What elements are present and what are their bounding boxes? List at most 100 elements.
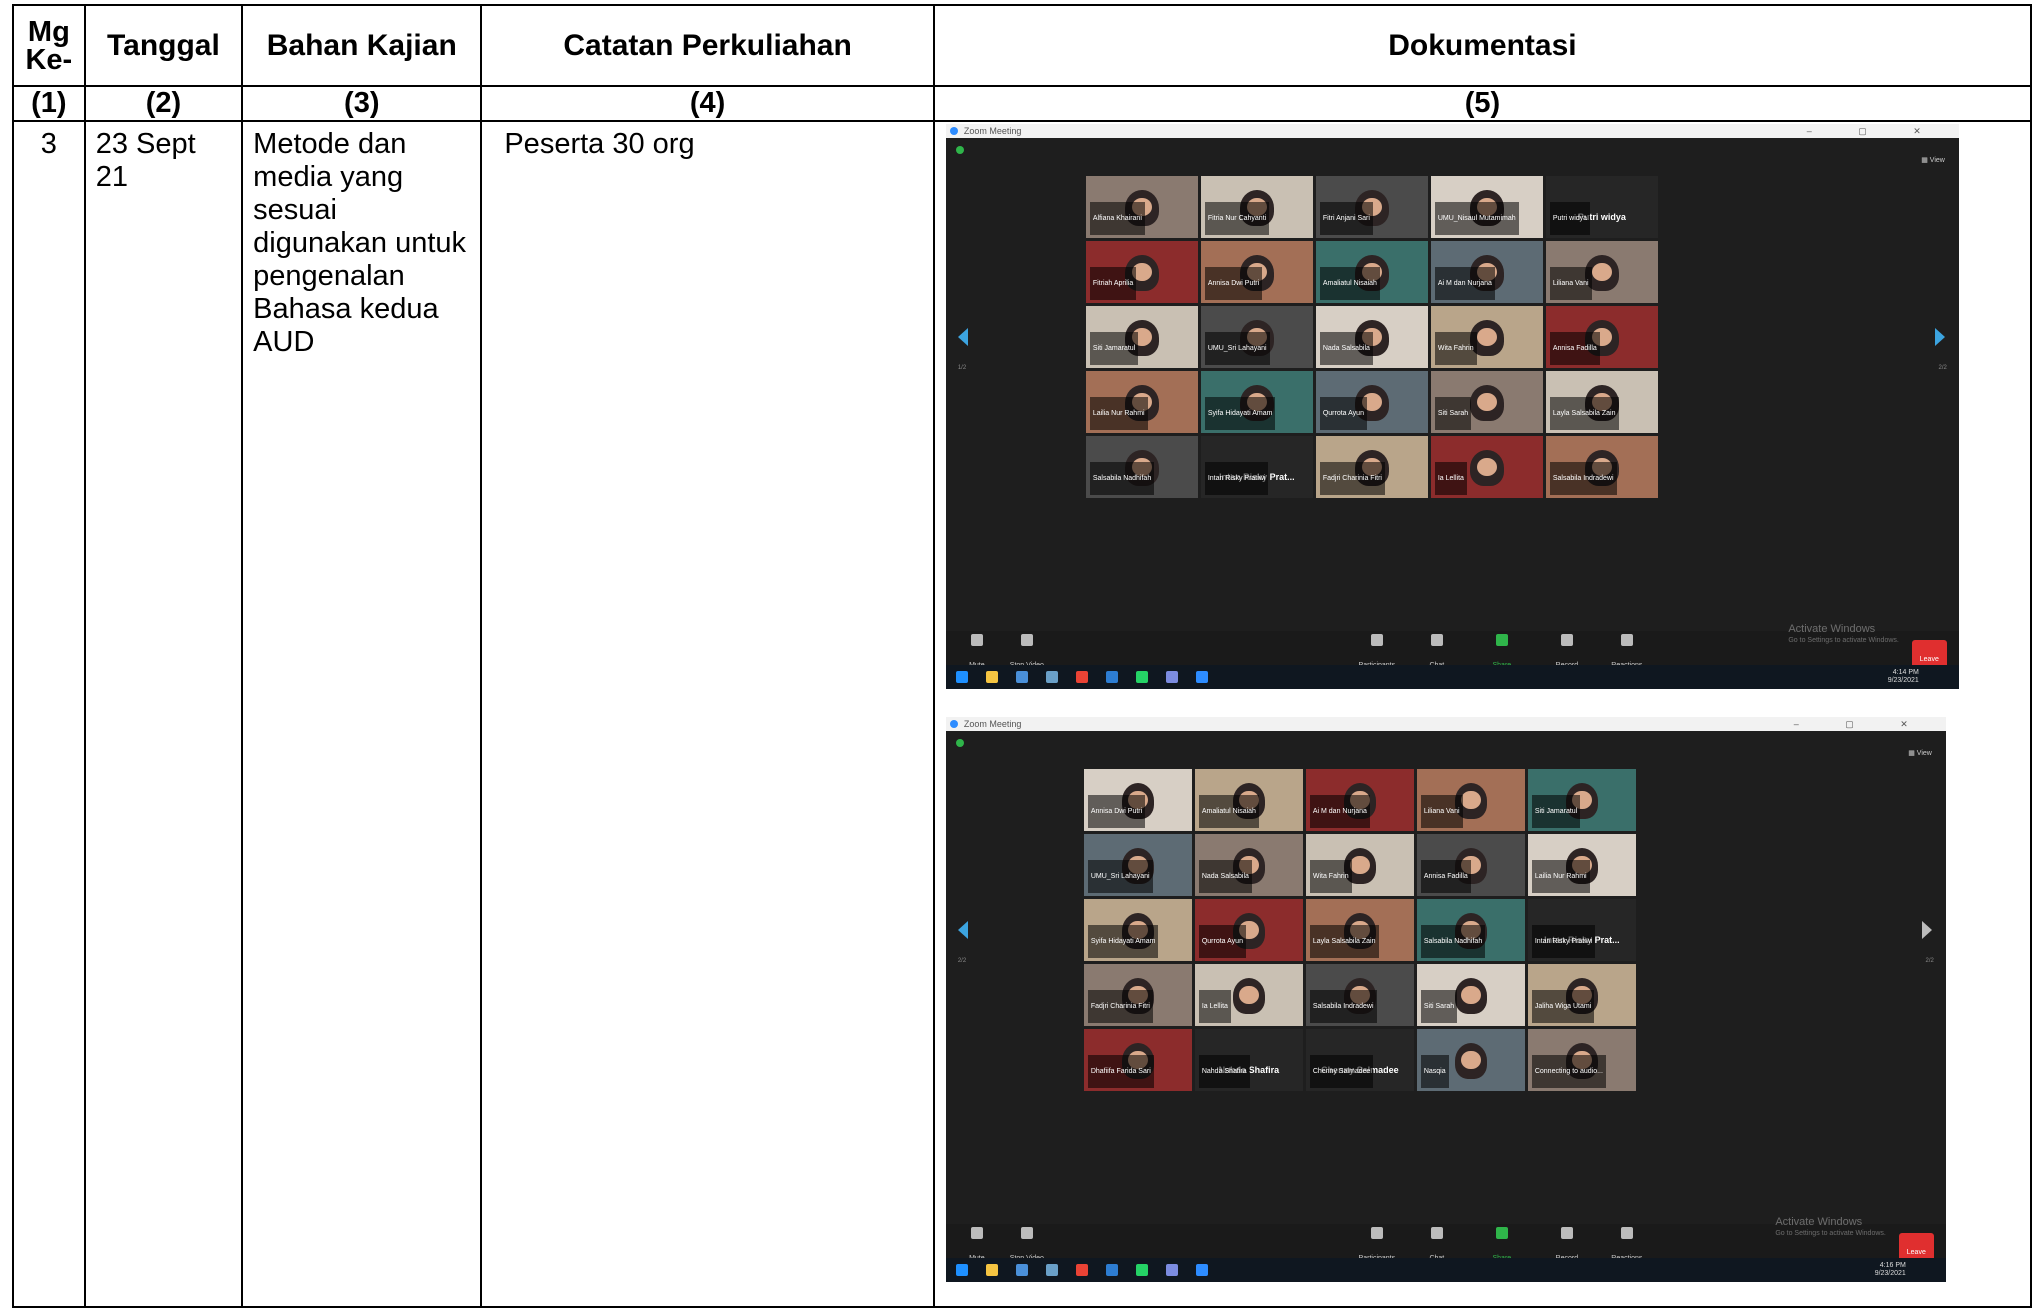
participant-tile[interactable]: Ia Lellita <box>1194 964 1303 1026</box>
participant-tile[interactable]: Putri widya Putri widya <box>1545 176 1658 238</box>
start-icon[interactable] <box>955 1264 968 1276</box>
page-indicator-right: 2/2 <box>1925 958 1934 964</box>
participant-tile[interactable]: Connecting to audio... <box>1527 1029 1636 1091</box>
participant-tile[interactable]: UMU_Sri Lahayani <box>1083 834 1192 896</box>
participant-tile[interactable]: Nasqia <box>1416 1029 1525 1091</box>
participant-tile[interactable]: Alfiana Khairani <box>1085 176 1198 238</box>
next-page-arrow-icon[interactable] <box>1921 921 1932 939</box>
start-icon[interactable] <box>955 671 968 683</box>
zoom-taskbar-icon[interactable] <box>1195 1264 1208 1276</box>
next-page-arrow-icon[interactable] <box>1934 328 1945 346</box>
file-explorer-icon[interactable] <box>1015 671 1028 683</box>
participant-tile[interactable]: Annisa Fadilla <box>1545 306 1658 368</box>
participant-tile[interactable]: Fadjri Charinia Fitri <box>1315 436 1428 498</box>
participant-name-label: Syifa Hidayati Amam <box>1204 397 1276 430</box>
participant-tile[interactable]: Nahda ShafiraNahda Shafira <box>1194 1029 1303 1091</box>
edge-icon[interactable] <box>1105 1264 1118 1276</box>
participant-tile[interactable]: Siti Jamaratul <box>1085 306 1198 368</box>
edge-icon[interactable] <box>1105 671 1118 683</box>
zoom-taskbar-icon[interactable] <box>1195 671 1208 683</box>
participant-tile[interactable]: Salsabila Indradewi <box>1545 436 1658 498</box>
participant-name-label: Wita Fahrin <box>1309 860 1352 893</box>
view-button[interactable]: ▦ View <box>1921 144 1945 177</box>
lecture-record-table: Mg Ke- Tanggal Bahan Kajian Catatan Perk… <box>12 4 2032 1308</box>
participant-tile[interactable]: Qurrota Ayun <box>1194 899 1303 961</box>
view-button[interactable]: ▦ View <box>1908 737 1932 770</box>
participant-tile[interactable]: Intan Risky Prat...Intan Risky Pratiwi <box>1200 436 1313 498</box>
chrome-icon[interactable] <box>1075 671 1088 683</box>
participant-tile[interactable]: Salsabila Indradewi <box>1305 964 1414 1026</box>
participant-tile[interactable]: Wita Fahrin <box>1305 834 1414 896</box>
participant-tile[interactable]: Lailia Nur Rahmi <box>1085 371 1198 433</box>
participant-tile[interactable]: Layla Salsabila Zain <box>1305 899 1414 961</box>
participant-tile[interactable]: Syifa Hidayati Amam <box>1083 899 1192 961</box>
column-number: (4) <box>480 85 935 122</box>
participant-name-label: Amaliatul Nisaiah <box>1198 795 1259 828</box>
participant-tile[interactable]: Liliana Vani <box>1416 769 1525 831</box>
page-indicator-left: 1/2 <box>957 365 967 371</box>
whatsapp-icon[interactable] <box>1135 1264 1148 1276</box>
topic-cell: Metode dan media yang sesuai digunakan u… <box>241 120 483 1308</box>
participant-name-label: Liliana Vani <box>1549 267 1592 300</box>
participant-tile[interactable]: Syifa Hidayati Amam <box>1200 371 1313 433</box>
window-controls[interactable]: – ▢ ✕ <box>1807 124 1943 138</box>
participant-name-label: Fadjri Charinia Fitri <box>1087 990 1153 1023</box>
participant-tile[interactable]: Amaliatul Nisaiah <box>1315 241 1428 303</box>
participant-tile[interactable]: Siti Sarah <box>1430 371 1543 433</box>
participant-tile[interactable]: Fitria Nur Cahyanti <box>1200 176 1313 238</box>
participant-tile[interactable]: UMU_Nisaul Mutamimah <box>1430 176 1543 238</box>
participant-name-label: Nada Salsabila <box>1319 332 1373 365</box>
whatsapp-icon[interactable] <box>1135 671 1148 683</box>
participant-tile[interactable]: Qurrota Ayun <box>1315 371 1428 433</box>
participant-tile[interactable]: Fitri Anjani Sari <box>1315 176 1428 238</box>
participant-tile[interactable]: Chenny SalmadeeChenny Salmadee <box>1305 1029 1414 1091</box>
participant-name-label: Layla Salsabila Zain <box>1309 925 1379 958</box>
participant-name-label: Putri widya <box>1549 202 1591 235</box>
participant-tile[interactable]: Salsabila Nadhifah <box>1085 436 1198 498</box>
reactions-icon <box>1620 634 1633 646</box>
paint-icon[interactable] <box>1045 1264 1058 1276</box>
participant-tile[interactable]: Nada Salsabila <box>1315 306 1428 368</box>
participant-tile[interactable]: Annisa Dwi Putri <box>1083 769 1192 831</box>
participant-tile[interactable]: UMU_Sri Lahayani <box>1200 306 1313 368</box>
participant-tile[interactable]: Dhafiifa Farida Sari <box>1083 1029 1192 1091</box>
participant-tile[interactable]: Siti Jamaratul <box>1527 769 1636 831</box>
zoom-logo-icon <box>949 720 958 728</box>
participant-tile[interactable]: Liliana Vani <box>1545 241 1658 303</box>
participant-name-label: Alfiana Khairani <box>1089 202 1145 235</box>
window-controls[interactable]: – ▢ ✕ <box>1794 717 1930 731</box>
share-screen-icon <box>1495 634 1508 646</box>
participant-tile[interactable]: Salsabila Nadhifah <box>1416 899 1525 961</box>
participant-tile[interactable]: Lailia Nur Rahmi <box>1527 834 1636 896</box>
video-stage: ▦ View Annisa Dwi Putri Amaliatul Nisaiah A… <box>945 731 1946 1224</box>
participant-tile[interactable]: Ai M dan Nurjana <box>1305 769 1414 831</box>
file-explorer-icon[interactable] <box>1015 1264 1028 1276</box>
participant-tile[interactable]: Layla Salsabila Zain <box>1545 371 1658 433</box>
participant-tile[interactable]: Siti Sarah <box>1416 964 1525 1026</box>
participant-tile[interactable]: Jaliha Wiga Utami <box>1527 964 1636 1026</box>
sticky-notes-icon[interactable] <box>985 671 998 683</box>
participant-tile[interactable]: Ai M dan Nurjana <box>1430 241 1543 303</box>
chrome-icon[interactable] <box>1075 1264 1088 1276</box>
participant-name-label: Intan Risky Pratiwi <box>1531 925 1596 958</box>
participant-tile[interactable]: Ia Lellita <box>1430 436 1543 498</box>
participant-tile[interactable]: Intan Risky Prat...Intan Risky Pratiwi <box>1527 899 1636 961</box>
participant-tile[interactable]: Nada Salsabila <box>1194 834 1303 896</box>
zoom-logo-icon <box>949 127 958 135</box>
meeting-toolbar: MuteStop VideoParticipantsChatShare Scre… <box>945 1216 1946 1272</box>
video-camera-icon <box>1020 1227 1033 1239</box>
participant-tile[interactable]: Annisa Dwi Putri <box>1200 241 1313 303</box>
participant-tile[interactable]: Fitriah Aprilia <box>1085 241 1198 303</box>
participant-name-label: Qurrota Ayun <box>1319 397 1367 430</box>
app-icon[interactable] <box>1165 1264 1178 1276</box>
participant-tile[interactable]: Wita Fahrin <box>1430 306 1543 368</box>
app-icon[interactable] <box>1165 671 1178 683</box>
prev-page-arrow-icon[interactable] <box>957 921 968 939</box>
paint-icon[interactable] <box>1045 671 1058 683</box>
participant-tile[interactable]: Annisa Fadilla <box>1416 834 1525 896</box>
participant-tile[interactable]: Fadjri Charinia Fitri <box>1083 964 1192 1026</box>
activation-watermark: Activate Windows Go to Settings to activa… <box>1775 1216 1886 1240</box>
participant-tile[interactable]: Amaliatul Nisaiah <box>1194 769 1303 831</box>
prev-page-arrow-icon[interactable] <box>957 328 968 346</box>
sticky-notes-icon[interactable] <box>985 1264 998 1276</box>
